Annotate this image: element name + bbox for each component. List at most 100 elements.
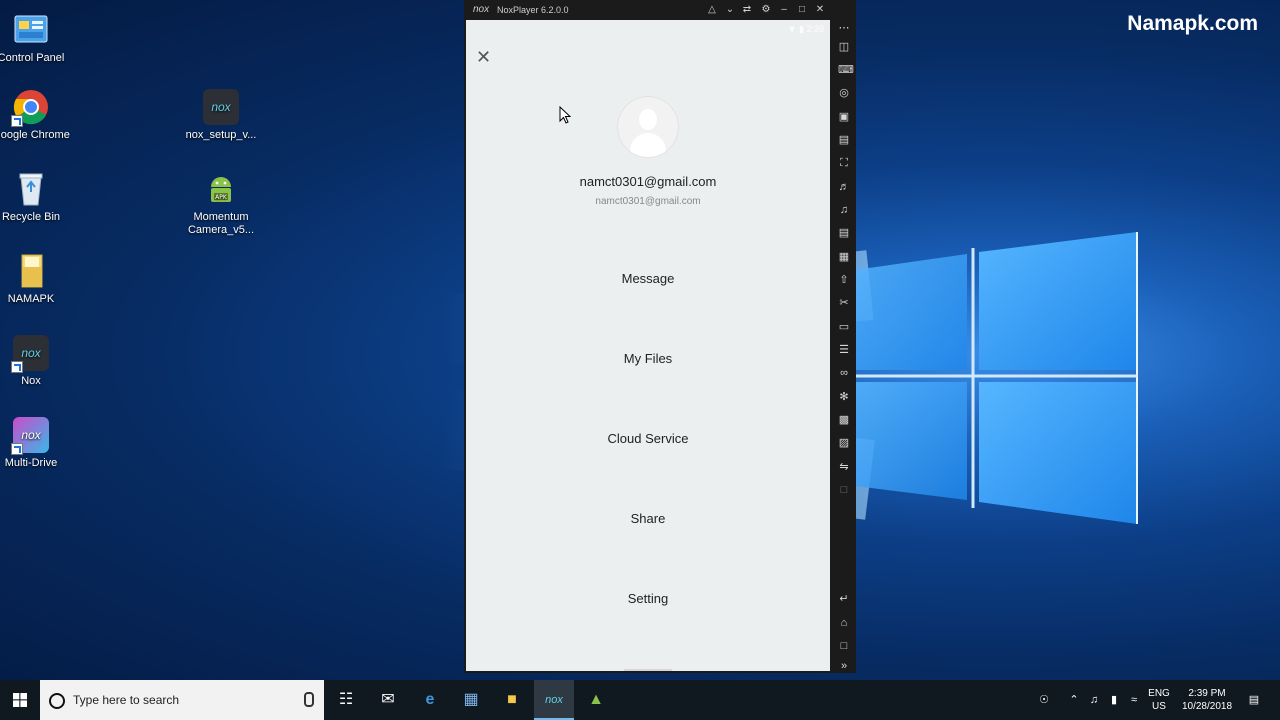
menu-item-setting[interactable]: Setting [466, 584, 830, 614]
shake-icon[interactable]: ✻ [838, 391, 850, 403]
clock-time: 2:39 PM [1188, 688, 1226, 699]
status-bar: ▼ ▮ 2:39 [788, 24, 824, 35]
link-icon[interactable]: ∞ [838, 367, 850, 379]
record-icon[interactable]: ▨ [838, 437, 850, 449]
menu-icon[interactable]: ☰ [838, 344, 850, 356]
volume-up-icon[interactable]: ♬ [838, 181, 850, 193]
taskbar: Type here to search ☷ ✉ e ▦ ■ nox ▲ ☉ ⌃ … [0, 680, 1280, 720]
dots-icon[interactable]: ⋯ [838, 22, 850, 34]
svg-text:APK: APK [215, 194, 228, 201]
sync-icon[interactable]: ⇄ [740, 3, 754, 17]
nox-setup-icon: nox [203, 89, 239, 125]
import-icon[interactable]: ⇧ [838, 274, 850, 286]
minimize-icon[interactable]: – [777, 3, 791, 17]
gear-icon[interactable]: ⚙ [759, 3, 773, 17]
folder-icon [13, 253, 49, 289]
desktop-icon-label: Momentum Camera_v5... [187, 211, 255, 236]
watermark: Namapk.com [1127, 12, 1258, 35]
desktop-icon-label: Control Panel [0, 52, 65, 64]
status-time: 2:39 [806, 24, 824, 34]
file-explorer-icon[interactable]: ■ [492, 680, 532, 720]
shortcut-arrow-icon [11, 443, 23, 455]
menu-item-message[interactable]: Message [466, 264, 830, 294]
profile-name: namct0301@gmail.com [579, 174, 717, 189]
menu-item-share[interactable]: Share [466, 504, 830, 534]
desktop-icon-nox[interactable]: nox Nox [0, 335, 71, 388]
profile-email: namct0301@gmail.com [595, 196, 701, 207]
noxplayer-titlebar[interactable]: nox NoxPlayer 6.2.0.0 △ ⌄ ⇄ ⚙ – □ ✕ [464, 0, 856, 20]
mouse-cursor-icon [559, 106, 571, 124]
store-icon[interactable]: ▦ [451, 680, 491, 720]
close-icon[interactable]: ✕ [476, 48, 494, 66]
control-panel-icon [13, 12, 49, 48]
volume-down-icon[interactable]: ♫ [838, 204, 850, 216]
taskbar-apk-installer-icon[interactable]: ▲ [576, 680, 616, 720]
adjust-icon[interactable]: ⇋ [838, 461, 850, 473]
notification-center-icon[interactable]: ▤ [1244, 680, 1264, 720]
recents-icon[interactable]: □ [838, 640, 850, 652]
fullscreen-icon[interactable]: ⛶ [838, 157, 850, 169]
noxplayer-window: nox NoxPlayer 6.2.0.0 △ ⌄ ⇄ ⚙ – □ ✕ ▼ ▮ … [464, 0, 856, 673]
clock[interactable]: 2:39 PM 10/28/2018 [1170, 687, 1244, 713]
desktop-icon-nox-setup[interactable]: nox nox_setup_v... [181, 89, 261, 142]
battery-icon: ▮ [799, 24, 804, 34]
maximize-icon[interactable]: □ [795, 3, 809, 17]
screen-icon[interactable]: ▣ [838, 111, 850, 123]
wifi-icon: ▼ [787, 24, 797, 34]
menu-item-cloud-service[interactable]: Cloud Service [466, 424, 830, 454]
desktop-icon-control-panel[interactable]: Control Panel [0, 12, 71, 65]
back-icon[interactable]: ↵ [838, 593, 850, 605]
desktop-icon-momentum-camera[interactable]: APK Momentum Camera_v5... [181, 171, 261, 237]
avatar-head [639, 109, 657, 130]
desktop-icon-multi-drive[interactable]: nox Multi-Drive [0, 417, 71, 470]
shortcut-arrow-icon [11, 115, 23, 127]
search-placeholder: Type here to search [73, 693, 180, 707]
gift-icon[interactable]: △ [705, 3, 719, 17]
microphone-icon[interactable] [304, 692, 314, 707]
apk-icon[interactable]: ▤ [838, 134, 850, 146]
cortana-icon [49, 693, 65, 709]
nox-logo: nox [473, 4, 490, 15]
people-icon[interactable]: ☉ [1034, 680, 1054, 720]
edge-icon[interactable]: e [410, 680, 450, 720]
desktop-icon-namapk[interactable]: NAMAPK [0, 253, 71, 306]
volume-icon[interactable]: ♫ [1085, 680, 1103, 720]
shortcut-arrow-icon [11, 361, 23, 373]
language-indicator[interactable]: ENG US [1146, 687, 1172, 713]
multi-instance-icon[interactable]: ▦ [838, 251, 850, 263]
start-button[interactable] [0, 680, 40, 720]
camera-icon[interactable]: ▩ [838, 414, 850, 426]
nox-app-icon: nox [11, 335, 49, 373]
trash-icon[interactable]: ◫ [838, 41, 850, 53]
android-screen: ▼ ▮ 2:39 ✕ namct0301@gmail.com namct0301… [466, 20, 830, 671]
desktop-wallpaper: Namapk.com Control Panel Google Chrome R… [0, 0, 1280, 680]
avatar[interactable] [618, 97, 678, 157]
home-icon[interactable]: ⌂ [838, 617, 850, 629]
avatar-body [630, 133, 666, 157]
close-window-icon[interactable]: ✕ [813, 3, 827, 17]
apk-android-icon: APK [203, 171, 239, 207]
location-icon[interactable]: ◎ [838, 87, 850, 99]
keyboard-icon[interactable]: ⌨ [838, 64, 854, 76]
home-indicator [624, 669, 672, 671]
menu-item-my-files[interactable]: My Files [466, 344, 830, 374]
rotate-icon[interactable]: ▭ [838, 321, 850, 333]
task-view-icon[interactable]: ☷ [326, 680, 366, 720]
search-input[interactable]: Type here to search [40, 680, 324, 720]
nox-multi-drive-icon: nox [11, 417, 49, 455]
desktop-icon-label: NAMAPK [7, 293, 55, 305]
desktop-icon-recycle-bin[interactable]: Recycle Bin [0, 171, 71, 224]
scissors-icon[interactable]: ✂ [838, 297, 850, 309]
chevron-down-icon[interactable]: ⌄ [723, 3, 737, 17]
desktop-icon-label: Recycle Bin [1, 211, 61, 223]
toolbox-icon[interactable]: ▤ [838, 227, 850, 239]
battery-icon[interactable]: ▮ [1106, 680, 1122, 720]
desktop-icon-google-chrome[interactable]: Google Chrome [0, 89, 71, 142]
mail-icon[interactable]: ✉ [368, 680, 408, 720]
expand-icon[interactable]: » [838, 660, 850, 672]
sync-icon[interactable]: □ [838, 484, 850, 496]
taskbar-nox-icon[interactable]: nox [534, 680, 574, 720]
windows-start-icon [13, 693, 27, 707]
chevron-up-icon[interactable]: ⌃ [1066, 680, 1082, 720]
wifi-icon[interactable]: ≈ [1125, 680, 1143, 720]
